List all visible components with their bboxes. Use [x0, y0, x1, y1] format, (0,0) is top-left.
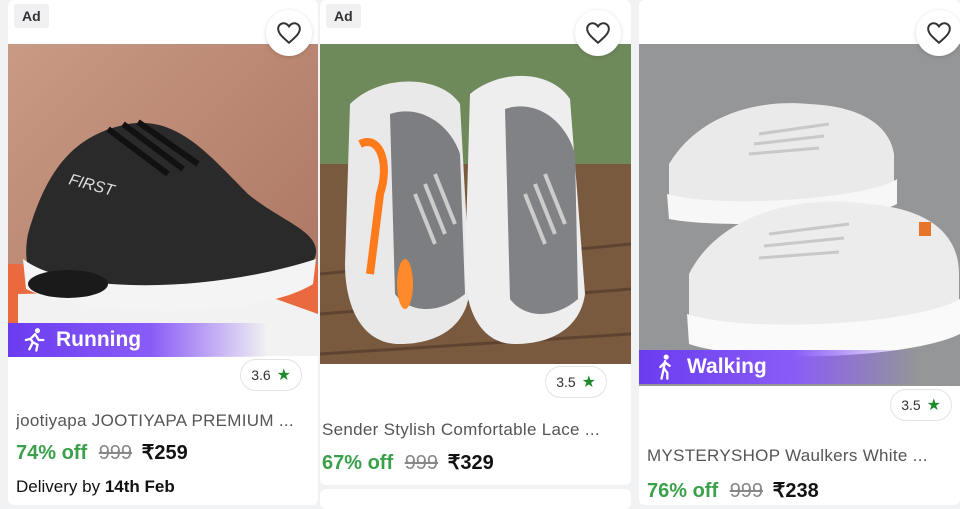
discount: 67% off [322, 452, 394, 474]
discount: 74% off [16, 442, 88, 464]
walker-icon [659, 354, 671, 380]
next-product-card[interactable] [320, 489, 631, 509]
star-icon: ★ [276, 367, 291, 384]
price-row: 67% off 999 ₹329 [322, 450, 494, 475]
mrp: 999 [404, 452, 439, 474]
heart-icon [586, 22, 610, 45]
mrp: 999 [98, 442, 133, 464]
price: ₹238 [772, 480, 819, 502]
product-image[interactable]: FIRST [8, 44, 318, 356]
rating-value: 3.6 [251, 367, 271, 383]
rating-badge: 3.5 ★ [890, 389, 952, 421]
wishlist-button[interactable] [575, 10, 621, 56]
ad-badge: Ad [326, 4, 361, 28]
product-image[interactable] [320, 44, 631, 364]
category-tag-label: Walking [687, 355, 767, 378]
product-card[interactable]: Ad 3.5 ★ Sender Stylish Comfortable Lace… [320, 0, 631, 485]
category-tag: Walking [639, 350, 919, 384]
product-card[interactable]: Walking 3.5 ★ MYSTERYSHOP Waulkers White… [639, 0, 960, 505]
category-tag-label: Running [56, 328, 142, 351]
category-tag: Running [8, 323, 268, 357]
price: ₹259 [141, 442, 188, 464]
discount: 76% off [647, 480, 719, 502]
product-image[interactable] [639, 44, 960, 386]
product-title[interactable]: MYSTERYSHOP Waulkers White ... [647, 446, 952, 466]
product-card[interactable]: FIRST Ad Running 3.6 ★ jootiyapa JOOTIYA… [8, 0, 318, 505]
delivery-prefix: Delivery by [16, 477, 101, 496]
price-row: 74% off 999 ₹259 [16, 440, 188, 465]
product-title[interactable]: jootiyapa JOOTIYAPA PREMIUM ... [16, 411, 310, 431]
ad-badge: Ad [14, 4, 49, 28]
wishlist-button[interactable] [266, 10, 312, 56]
heart-icon [927, 22, 951, 45]
star-icon: ★ [926, 397, 941, 414]
mrp: 999 [729, 480, 764, 502]
price: ₹329 [447, 452, 494, 474]
runner-icon [24, 328, 45, 352]
wishlist-button[interactable] [916, 10, 960, 56]
heart-icon [277, 22, 301, 45]
delivery-info: Delivery by 14th Feb [16, 477, 175, 497]
rating-badge: 3.5 ★ [545, 366, 607, 398]
price-row: 76% off 999 ₹238 [647, 478, 819, 503]
product-title[interactable]: Sender Stylish Comfortable Lace ... [322, 420, 623, 440]
rating-value: 3.5 [556, 374, 576, 390]
star-icon: ★ [581, 374, 596, 391]
rating-badge: 3.6 ★ [240, 359, 302, 391]
rating-value: 3.5 [901, 397, 921, 413]
delivery-date: 14th Feb [104, 477, 175, 496]
